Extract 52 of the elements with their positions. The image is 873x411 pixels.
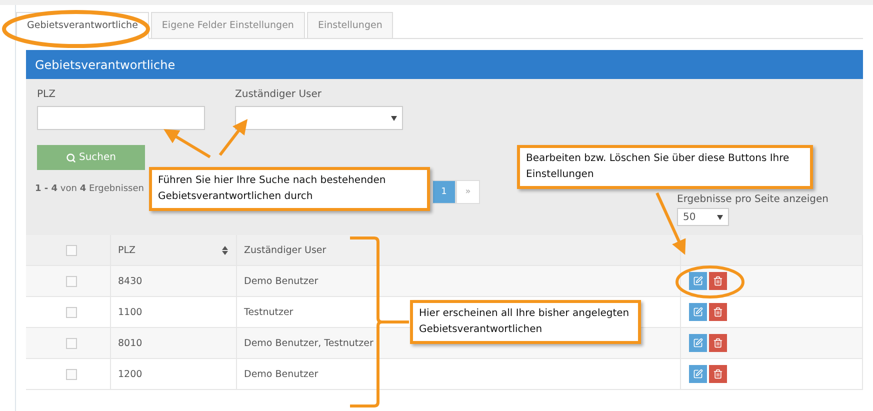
table-cell: 1100 (111, 297, 237, 328)
delete-button[interactable] (709, 303, 727, 321)
input-field[interactable] (37, 106, 205, 130)
edit-button[interactable] (689, 334, 707, 352)
table-cell: 8010 (111, 328, 237, 359)
trash-icon (713, 369, 723, 379)
trash-icon (713, 276, 723, 286)
checkbox[interactable] (66, 306, 77, 318)
page-link[interactable]: » (456, 180, 480, 204)
delete-button[interactable] (709, 334, 727, 352)
results-count: 1 - 4 von 4 Ergebnissen (35, 184, 145, 194)
field-label: Zuständiger User (235, 89, 322, 100)
edit-button[interactable] (689, 272, 707, 290)
callout: Führen Sie hier Ihre Suche nach bestehenden Gebietsverantwortlichen durch (149, 167, 430, 211)
table-cell: Demo Benutzer (237, 359, 681, 390)
checkbox[interactable] (66, 338, 77, 348)
edit-icon (693, 338, 703, 348)
trash-icon (713, 307, 723, 317)
checkbox[interactable] (66, 276, 77, 286)
panel-title: Gebietsverantwortliche (26, 50, 863, 79)
highlight-ellipse (676, 266, 744, 298)
edit-icon (693, 307, 703, 317)
tab[interactable]: Eigene Felder Einstellungen (150, 12, 305, 39)
search-button[interactable]: Suchen (37, 145, 145, 170)
caret-icon (391, 116, 397, 120)
table-cell: 8430 (111, 266, 237, 297)
edit-button[interactable] (689, 365, 707, 383)
user-select[interactable] (235, 106, 403, 130)
checkbox[interactable] (66, 244, 77, 256)
search-icon (66, 152, 76, 162)
checkbox[interactable] (66, 368, 77, 380)
edit-button[interactable] (689, 303, 707, 321)
column-header[interactable]: PLZ (111, 235, 237, 266)
column-header: Zuständiger User (237, 235, 681, 266)
arrow (218, 119, 248, 156)
arrow (164, 129, 211, 158)
delete-button[interactable] (709, 272, 727, 290)
table-cell: Demo Benutzer (237, 266, 681, 297)
per-page-label: Ergebnisse pro Seite anzeigen (677, 194, 830, 205)
field-label: PLZ (37, 89, 56, 100)
page-link[interactable]: 1 (432, 180, 456, 204)
sort-icon (222, 246, 228, 254)
table-cell: 1200 (111, 359, 237, 390)
callout: Bearbeiten bzw. Löschen Sie über diese Buttons Ihre Einstellungen (517, 145, 813, 189)
tab[interactable]: Einstellungen (306, 12, 394, 39)
edit-icon (693, 276, 703, 286)
edit-icon (693, 369, 703, 379)
caret-icon (717, 214, 723, 220)
delete-button[interactable] (709, 365, 727, 383)
callout: Hier erscheinen all Ihre bisher angelegten Gebietsverantwortlichen (410, 300, 641, 344)
per-page-select[interactable]: 50 (677, 208, 729, 226)
trash-icon (713, 338, 723, 348)
